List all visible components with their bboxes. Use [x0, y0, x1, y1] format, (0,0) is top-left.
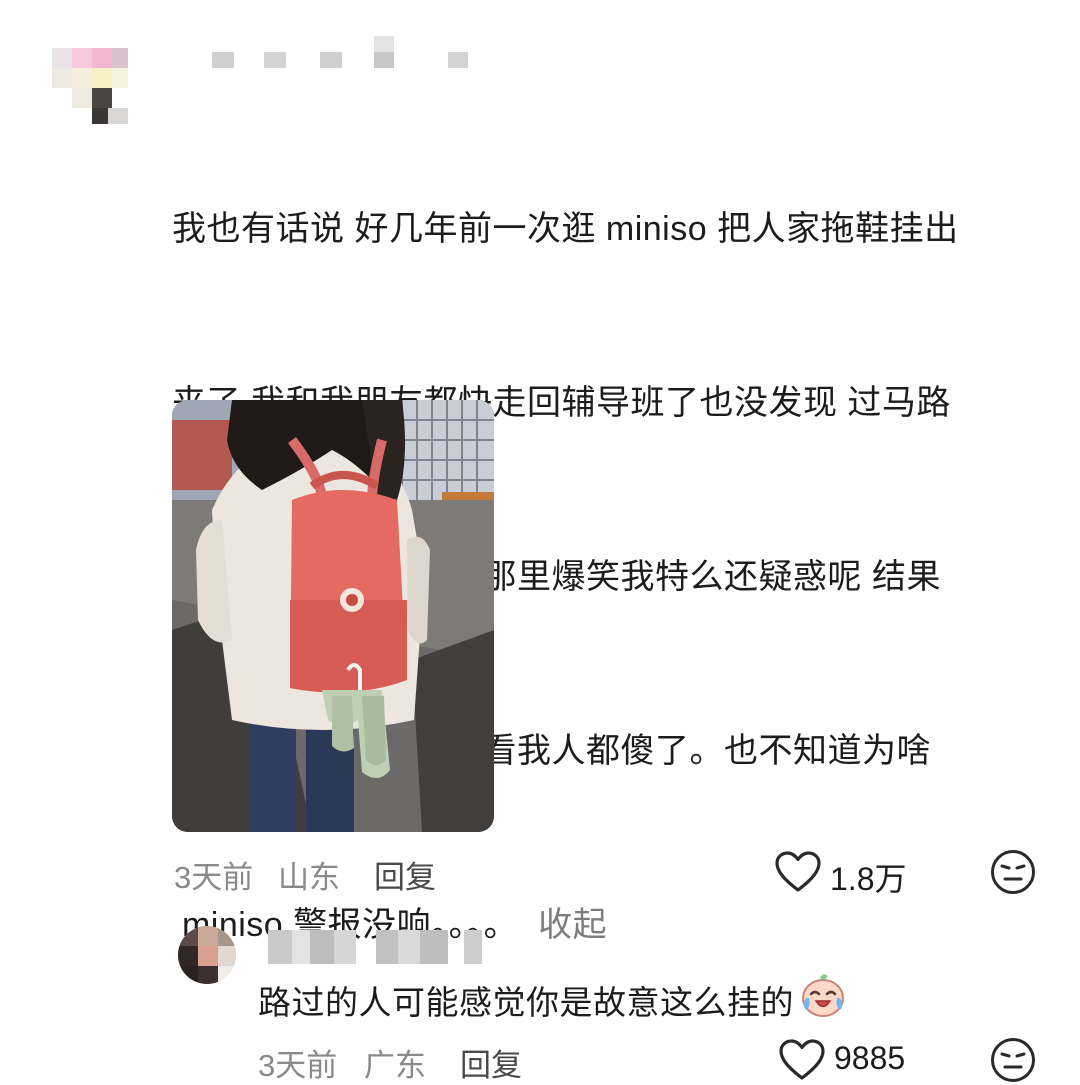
heart-outline-icon[interactable] [774, 850, 822, 894]
reply-like-count: 9885 [834, 1040, 906, 1076]
collapse-link[interactable]: 收起 [538, 906, 607, 944]
reply-avatar[interactable] [178, 926, 236, 984]
reply-to-reply-button[interactable]: 回复 [460, 1040, 522, 1085]
reply-body: 路过的人可能感觉你是故意这么挂的 [258, 970, 848, 1033]
heart-outline-icon[interactable] [778, 1038, 826, 1082]
photo-illustration [172, 400, 494, 832]
comment-photo[interactable] [172, 400, 494, 832]
username-obscured[interactable] [212, 36, 472, 72]
comment-location: 山东 [278, 860, 340, 895]
reply-location: 广东 [364, 1048, 426, 1083]
reply-time: 3天前 [258, 1048, 338, 1083]
avatar[interactable] [52, 48, 128, 124]
reply-username-obscured[interactable] [268, 930, 488, 964]
laughing-crying-emoji [802, 974, 844, 1017]
neutral-face-icon[interactable] [989, 848, 1037, 896]
comment-time: 3天前 [174, 860, 254, 895]
reply-button[interactable]: 回复 [374, 852, 436, 897]
comment-line: 我也有话说 好几年前一次逛 miniso 把人家拖鞋挂出 [172, 210, 959, 248]
reply-text: 路过的人可能感觉你是故意这么挂的 [258, 984, 794, 1021]
like-count: 1.8万 [830, 861, 907, 897]
comment-meta: 3天前 山东 回复 1.8万 [174, 846, 1054, 897]
